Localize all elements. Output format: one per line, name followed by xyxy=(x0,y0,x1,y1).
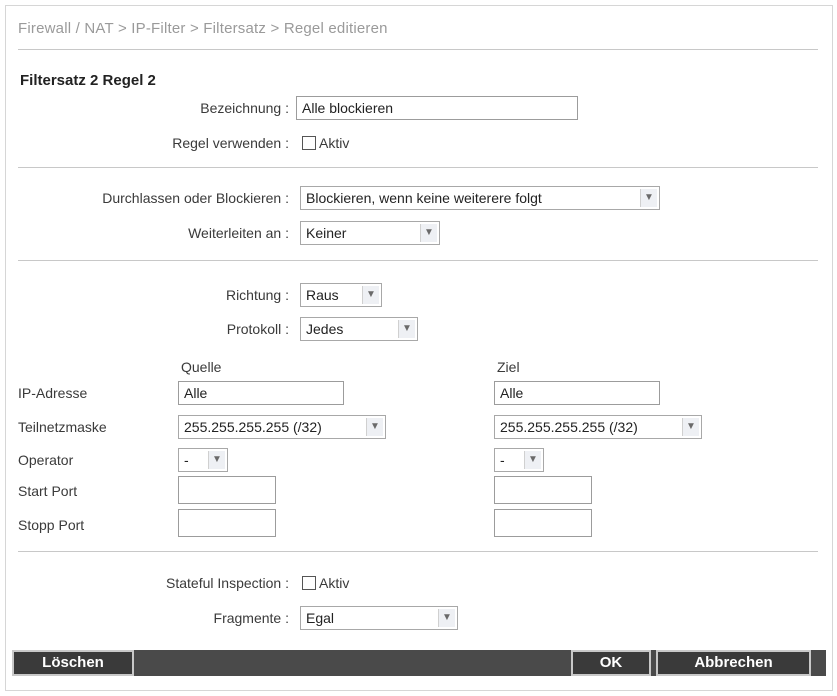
stop-port-label: Stopp Port xyxy=(18,517,85,533)
fragments-select[interactable]: Egal ▼ xyxy=(300,606,458,630)
pass-block-value: Blockieren, wenn keine weiterere folgt xyxy=(306,190,542,206)
chevron-down-icon: ▼ xyxy=(362,286,379,304)
name-label: Bezeichnung : xyxy=(200,100,289,116)
destination-operator-value: - xyxy=(500,452,505,468)
direction-label: Richtung : xyxy=(225,287,289,303)
destination-operator-select[interactable]: - ▼ xyxy=(494,448,544,472)
destination-ip-input[interactable] xyxy=(494,381,660,405)
chevron-down-icon: ▼ xyxy=(420,224,437,242)
destination-netmask-select[interactable]: 255.255.255.255 (/32) ▼ xyxy=(494,415,702,439)
stateful-inspection-label: Stateful Inspection : xyxy=(166,575,289,591)
chevron-down-icon: ▼ xyxy=(398,320,415,338)
source-netmask-value: 255.255.255.255 (/32) xyxy=(184,419,322,435)
destination-header: Ziel xyxy=(497,359,520,375)
separator xyxy=(18,167,818,168)
destination-netmask-value: 255.255.255.255 (/32) xyxy=(500,419,638,435)
pass-block-label: Durchlassen oder Blockieren : xyxy=(102,190,289,206)
name-input[interactable] xyxy=(296,96,578,120)
forward-label: Weiterleiten an : xyxy=(188,225,289,241)
start-port-label: Start Port xyxy=(18,483,78,499)
source-stop-port-input[interactable] xyxy=(178,509,276,537)
chevron-down-icon: ▼ xyxy=(640,189,657,207)
separator xyxy=(18,260,818,261)
page-title: Filtersatz 2 Regel 2 xyxy=(20,72,156,89)
breadcrumb[interactable]: Firewall / NAT > IP-Filter > Filtersatz … xyxy=(18,20,388,37)
chevron-down-icon: ▼ xyxy=(438,609,455,627)
chevron-down-icon: ▼ xyxy=(524,451,541,469)
protocol-label: Protokoll : xyxy=(226,321,289,337)
destination-start-port-input[interactable] xyxy=(494,476,592,504)
ok-button[interactable]: OK xyxy=(571,650,651,676)
cancel-button[interactable]: Abbrechen xyxy=(656,650,811,676)
source-ip-input[interactable] xyxy=(178,381,344,405)
chevron-down-icon: ▼ xyxy=(208,451,225,469)
use-rule-checkbox-label: Aktiv xyxy=(319,135,350,151)
source-start-port-input[interactable] xyxy=(178,476,276,504)
delete-button[interactable]: Löschen xyxy=(12,650,134,676)
stateful-inspection-checkbox[interactable] xyxy=(302,576,316,590)
ip-address-label: IP-Adresse xyxy=(18,385,88,401)
forward-value: Keiner xyxy=(306,225,347,241)
direction-value: Raus xyxy=(306,287,339,303)
pass-block-select[interactable]: Blockieren, wenn keine weiterere folgt ▼ xyxy=(300,186,660,210)
source-operator-select[interactable]: - ▼ xyxy=(178,448,228,472)
netmask-label: Teilnetzmaske xyxy=(18,419,107,435)
forward-select[interactable]: Keiner ▼ xyxy=(300,221,440,245)
separator xyxy=(18,551,818,552)
use-rule-checkbox[interactable] xyxy=(302,136,316,150)
source-header: Quelle xyxy=(181,359,222,375)
chevron-down-icon: ▼ xyxy=(366,418,383,436)
fragments-value: Egal xyxy=(306,610,335,626)
operator-label: Operator xyxy=(18,452,74,468)
protocol-value: Jedes xyxy=(306,321,344,337)
use-rule-label: Regel verwenden : xyxy=(172,135,289,151)
fragments-label: Fragmente : xyxy=(213,610,289,626)
source-netmask-select[interactable]: 255.255.255.255 (/32) ▼ xyxy=(178,415,386,439)
chevron-down-icon: ▼ xyxy=(682,418,699,436)
separator xyxy=(18,49,818,50)
destination-stop-port-input[interactable] xyxy=(494,509,592,537)
source-operator-value: - xyxy=(184,452,189,468)
protocol-select[interactable]: Jedes ▼ xyxy=(300,317,418,341)
direction-select[interactable]: Raus ▼ xyxy=(300,283,382,307)
stateful-inspection-checkbox-label: Aktiv xyxy=(319,575,350,591)
